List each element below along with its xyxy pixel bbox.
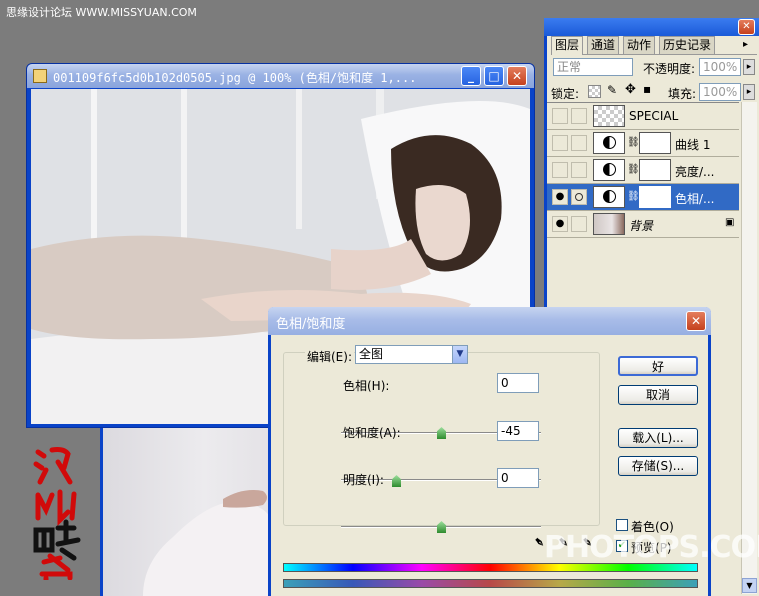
adjustment-icon — [603, 190, 616, 203]
adjustment-thumbnail — [593, 132, 625, 154]
close-button[interactable]: ✕ — [507, 66, 527, 86]
layer-row-background[interactable]: ● 背景 ▣ — [547, 211, 739, 238]
opacity-label: 不透明度: — [643, 62, 696, 76]
settings-group — [283, 352, 600, 526]
lock-label: 锁定: — [551, 87, 580, 101]
panel-close-button[interactable]: ✕ — [738, 19, 755, 35]
chain-link-icon: ⛓ — [627, 164, 640, 175]
layer-row-curves[interactable]: ⛓ 曲线 1 — [547, 130, 739, 157]
visibility-toggle[interactable] — [552, 108, 568, 124]
maximize-button[interactable]: □ — [484, 66, 504, 86]
layer-name: SPECIAL — [629, 109, 679, 123]
layer-name: 色相/... — [675, 192, 715, 206]
link-toggle[interactable] — [571, 162, 587, 178]
edit-label: 编辑(E): — [305, 348, 354, 365]
tab-channels[interactable]: 通道 — [587, 36, 620, 54]
panel-menu-arrow-icon[interactable]: ▸ — [743, 39, 748, 50]
layer-row-special[interactable]: SPECIAL — [547, 103, 739, 130]
tab-history[interactable]: 历史记录 — [659, 36, 716, 54]
eye-icon[interactable]: ● — [552, 216, 568, 232]
second-image-window — [100, 424, 272, 596]
signature-logo — [33, 447, 81, 580]
dialog-close-button[interactable]: ✕ — [686, 311, 706, 331]
visibility-toggle[interactable] — [552, 162, 568, 178]
opacity-arrow-icon[interactable]: ▸ — [743, 59, 755, 75]
save-button[interactable]: 存储(S)... — [618, 456, 698, 476]
brush-toggle[interactable] — [571, 189, 587, 205]
watermark-bottom: PHOTOPS.COM — [544, 530, 759, 565]
mask-thumbnail — [639, 132, 671, 154]
blend-mode-select[interactable]: 正常 — [553, 58, 633, 76]
eye-icon[interactable]: ● — [552, 189, 568, 205]
fill-arrow-icon[interactable]: ▸ — [743, 84, 755, 100]
layer-name: 曲线 1 — [675, 138, 711, 152]
lightness-label: 明度(I): — [343, 473, 384, 487]
lock-pixels-icon[interactable]: ✎ — [607, 83, 617, 97]
adjustment-thumbnail — [593, 186, 625, 208]
document-icon — [33, 69, 47, 83]
layers-scrollbar[interactable]: ▼ — [741, 102, 757, 594]
mask-thumbnail — [639, 159, 671, 181]
tab-layers[interactable]: 图层 — [551, 36, 584, 55]
layers-panel-titlebar[interactable]: ✕ — [544, 18, 759, 36]
layer-thumbnail — [593, 105, 625, 127]
layers-panel-tabs: 图层 通道 动作 历史记录 ▸ — [551, 36, 757, 55]
chain-link-icon: ⛓ — [627, 137, 640, 148]
fill-label: 填充: — [668, 87, 697, 101]
fill-field[interactable]: 100% — [699, 83, 741, 101]
saturation-input[interactable]: -45 — [497, 421, 539, 441]
lock-position-icon[interactable]: ✥ — [625, 82, 636, 97]
link-toggle[interactable] — [571, 108, 587, 124]
layer-name: 背景 — [629, 219, 654, 233]
adjustment-icon — [603, 136, 616, 149]
link-toggle[interactable] — [571, 135, 587, 151]
mask-thumbnail — [639, 186, 671, 208]
hue-label: 色相(H): — [343, 379, 390, 393]
adjustment-thumbnail — [593, 159, 625, 181]
layers-list: SPECIAL ⛓ 曲线 1 ⛓ 亮度/... ● ⛓ 色相/... ● 背景 … — [547, 102, 739, 249]
layer-name: 亮度/... — [675, 165, 715, 179]
lightness-input[interactable]: 0 — [497, 468, 539, 488]
cancel-button[interactable]: 取消 — [618, 385, 698, 405]
lock-icon: ▣ — [725, 217, 735, 228]
chain-link-icon: ⛓ — [627, 191, 640, 202]
tab-actions[interactable]: 动作 — [623, 36, 656, 54]
layer-row-hue-saturation[interactable]: ● ⛓ 色相/... — [547, 184, 739, 211]
layer-row-brightness[interactable]: ⛓ 亮度/... — [547, 157, 739, 184]
dialog-titlebar[interactable]: 色相/饱和度 ✕ — [268, 307, 711, 335]
chevron-down-icon[interactable]: ▼ — [452, 346, 467, 363]
visibility-toggle[interactable] — [552, 135, 568, 151]
opacity-field[interactable]: 100% — [699, 58, 741, 76]
load-button[interactable]: 载入(L)... — [618, 428, 698, 448]
adjustment-icon — [603, 163, 616, 176]
layer-thumbnail — [593, 213, 625, 235]
minimize-button[interactable]: _ — [461, 66, 481, 86]
image-window-title: 001109f6fc5d0b102d0505.jpg @ 100% (色相/饱和… — [53, 71, 417, 85]
saturation-label: 饱和度(A): — [343, 426, 401, 440]
hue-input[interactable]: 0 — [497, 373, 539, 393]
lock-transparent-icon[interactable] — [588, 85, 601, 98]
second-photo-figure — [143, 490, 272, 596]
dialog-title: 色相/饱和度 — [276, 317, 346, 332]
second-image-canvas — [103, 427, 272, 596]
watermark-top: 思缘设计论坛 WWW.MISSYUAN.COM — [6, 6, 197, 19]
lock-all-icon[interactable]: ▪ — [643, 82, 651, 96]
ok-button[interactable]: 好 — [618, 356, 698, 376]
image-window-titlebar[interactable]: 001109f6fc5d0b102d0505.jpg @ 100% (色相/饱和… — [27, 64, 534, 88]
link-toggle[interactable] — [571, 216, 587, 232]
scroll-down-icon[interactable]: ▼ — [742, 578, 757, 593]
output-color-bar — [283, 579, 698, 588]
